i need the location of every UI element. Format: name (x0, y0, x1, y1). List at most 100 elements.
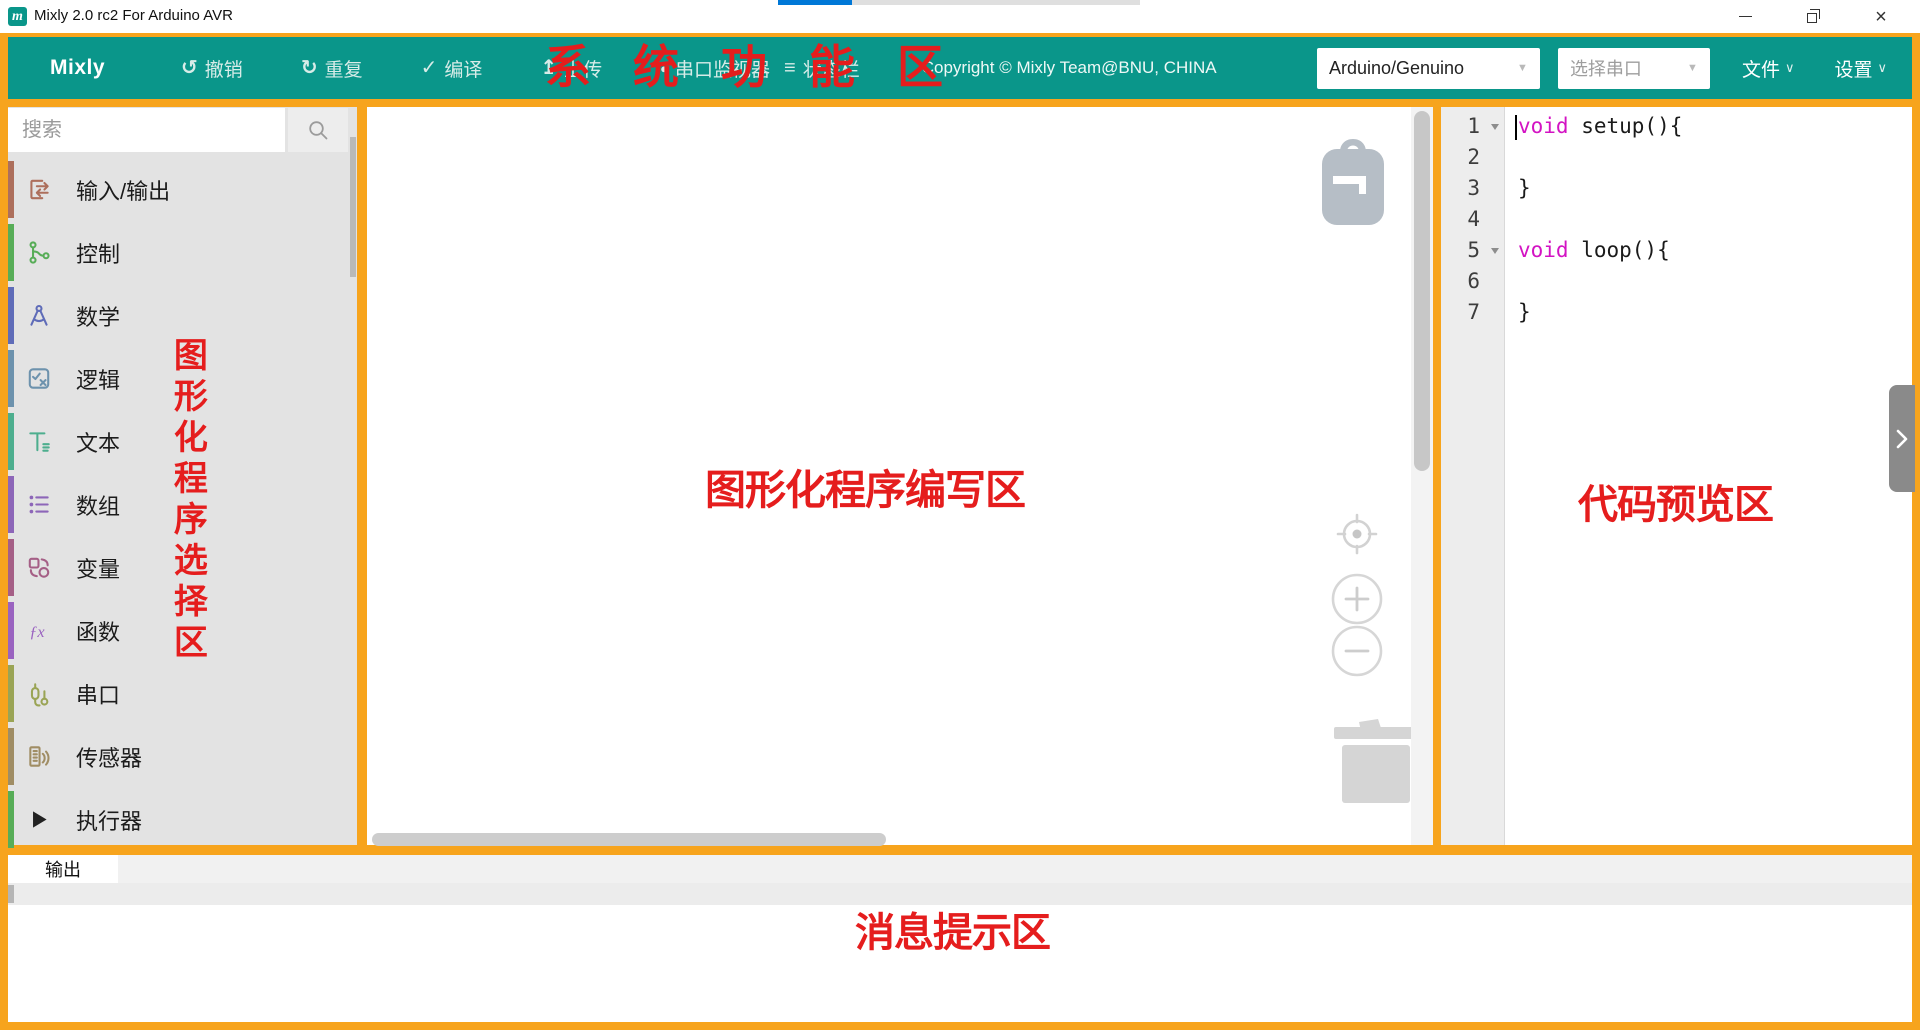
category-color-bar (8, 350, 14, 407)
board-select[interactable]: Arduino/Genuino ▼ (1317, 48, 1540, 89)
sidebar-item-actuator[interactable]: 执行器 (8, 788, 357, 851)
main-frame: Mixly ↺撤销↻重复✓编译↥上传●串口监视器≡状态栏 Copyright ©… (0, 33, 1920, 1030)
port-select[interactable]: 选择串口 ▼ (1558, 48, 1710, 89)
settings-menu[interactable]: 设置 ∨ (1834, 55, 1887, 82)
sidebar-item-array[interactable]: 数组 (8, 473, 357, 536)
code-line (1518, 266, 1682, 297)
close-icon: × (1875, 7, 1887, 27)
category-label: 变量 (76, 552, 120, 584)
code-gutter: 1234567 (1441, 107, 1505, 845)
redo-icon: ↻ (301, 58, 318, 78)
line-number: 3 (1441, 173, 1504, 204)
code-lines: void setup(){}void loop(){} (1518, 111, 1682, 328)
line-number: 1 (1441, 111, 1504, 142)
code-line: } (1518, 297, 1682, 328)
code-line (1518, 142, 1682, 173)
function-icon: ƒx (25, 617, 52, 644)
settings-menu-label: 设置 (1834, 55, 1872, 82)
code-line: void loop(){ (1518, 235, 1682, 266)
search-button[interactable] (288, 108, 348, 152)
serial-icon (25, 680, 52, 707)
sensor-icon (25, 743, 52, 770)
sidebar-item-control[interactable]: 控制 (8, 221, 357, 284)
sidebar-scrollbar[interactable] (350, 137, 356, 277)
category-color-bar (8, 413, 14, 470)
canvas-vscrollbar-track (1411, 107, 1433, 845)
compile-button[interactable]: ✓ 编译 (421, 55, 483, 82)
block-palette-sidebar: 输入/输出控制数学逻辑文本数组变量ƒx函数串口传感器执行器 图形化程序选择区 (8, 107, 357, 845)
category-label: 函数 (76, 615, 120, 647)
sidebar-item-io[interactable]: 输入/输出 (8, 158, 357, 221)
category-color-bar (8, 539, 14, 596)
restore-icon (1807, 13, 1817, 23)
sidebar-item-logic[interactable]: 逻辑 (8, 347, 357, 410)
sidebar-item-text[interactable]: 文本 (8, 410, 357, 473)
minimize-icon (1739, 16, 1752, 17)
tab-output[interactable]: 输出 (8, 855, 118, 883)
sidebar-item-variable[interactable]: 变量 (8, 536, 357, 599)
output-subbar (8, 883, 1912, 905)
text-icon (25, 428, 52, 455)
output-panel: 输出 消息提示区 (8, 855, 1912, 1022)
blockly-workspace[interactable]: 图形化程序编写区 (367, 107, 1433, 845)
category-label: 数组 (76, 489, 120, 521)
chevron-down-icon: ∨ (1877, 60, 1887, 76)
backpack-icon[interactable] (1318, 133, 1388, 233)
restore-button[interactable] (1789, 0, 1835, 33)
trash-icon[interactable] (1333, 713, 1419, 810)
undo-button[interactable]: ↺撤销 (181, 55, 243, 82)
code-line: } (1518, 173, 1682, 204)
category-label: 文本 (76, 426, 120, 458)
board-select-value: Arduino/Genuino (1329, 58, 1464, 79)
toolbar-button-label: 串口监视器 (675, 55, 770, 82)
close-button[interactable]: × (1858, 0, 1904, 33)
io-icon (25, 176, 52, 203)
category-color-bar (8, 728, 14, 785)
redo-button[interactable]: ↻重复 (301, 55, 363, 82)
fold-arrow-icon[interactable] (1491, 248, 1499, 254)
chevron-down-icon: ∨ (1785, 60, 1795, 76)
category-label: 串口 (76, 678, 120, 710)
annotation-workspace-area: 图形化程序编写区 (705, 468, 1025, 513)
annotation-message-area: 消息提示区 (855, 911, 1050, 955)
svg-text:ƒx: ƒx (29, 623, 45, 641)
expand-panel-button[interactable] (1889, 385, 1915, 492)
mixly-brand: Mixly (50, 56, 105, 80)
sidebar-item-function[interactable]: ƒx 函数 (8, 599, 357, 662)
sidebar-item-sensor[interactable]: 传感器 (8, 725, 357, 788)
category-color-bar (8, 602, 14, 659)
file-menu-label: 文件 (1742, 55, 1780, 82)
code-line (1518, 204, 1682, 235)
category-color-bar (8, 224, 14, 281)
line-number: 2 (1441, 142, 1504, 173)
mixly-logo-icon: m (8, 7, 27, 26)
category-label: 逻辑 (76, 363, 120, 395)
compile-icon: ✓ (421, 58, 438, 78)
search-input[interactable] (8, 108, 285, 152)
line-number: 5 (1441, 235, 1504, 266)
annotation-code-area: 代码预览区 (1578, 483, 1773, 527)
sidebar-item-math[interactable]: 数学 (8, 284, 357, 347)
toolbar-button-label: 编译 (444, 55, 482, 82)
file-menu[interactable]: 文件 ∨ (1742, 55, 1795, 82)
canvas-vscrollbar-thumb[interactable] (1414, 111, 1430, 471)
category-label: 输入/输出 (76, 174, 170, 206)
toolbar-button-label: 撤销 (205, 55, 243, 82)
statusbar-button[interactable]: ≡状态栏 (784, 55, 860, 82)
titlebar-progress-track (852, 0, 1140, 5)
minimize-button[interactable] (1722, 0, 1768, 33)
center-blocks-icon[interactable] (1334, 511, 1380, 562)
serial-monitor-button[interactable]: ●串口监视器 (660, 55, 770, 82)
actuator-icon (25, 806, 52, 833)
category-color-bar (8, 791, 14, 848)
chevron-right-icon (1895, 428, 1909, 450)
upload-button[interactable]: ↥上传 (540, 55, 602, 82)
canvas-hscrollbar-thumb[interactable] (372, 833, 886, 846)
chevron-down-icon: ▼ (1687, 62, 1698, 74)
category-color-bar (8, 161, 14, 218)
fold-arrow-icon[interactable] (1491, 124, 1499, 130)
sidebar-item-serial[interactable]: 串口 (8, 662, 357, 725)
zoom-out-icon[interactable] (1330, 624, 1384, 683)
zoom-in-icon[interactable] (1330, 572, 1384, 631)
resize-handle[interactable] (8, 885, 14, 903)
